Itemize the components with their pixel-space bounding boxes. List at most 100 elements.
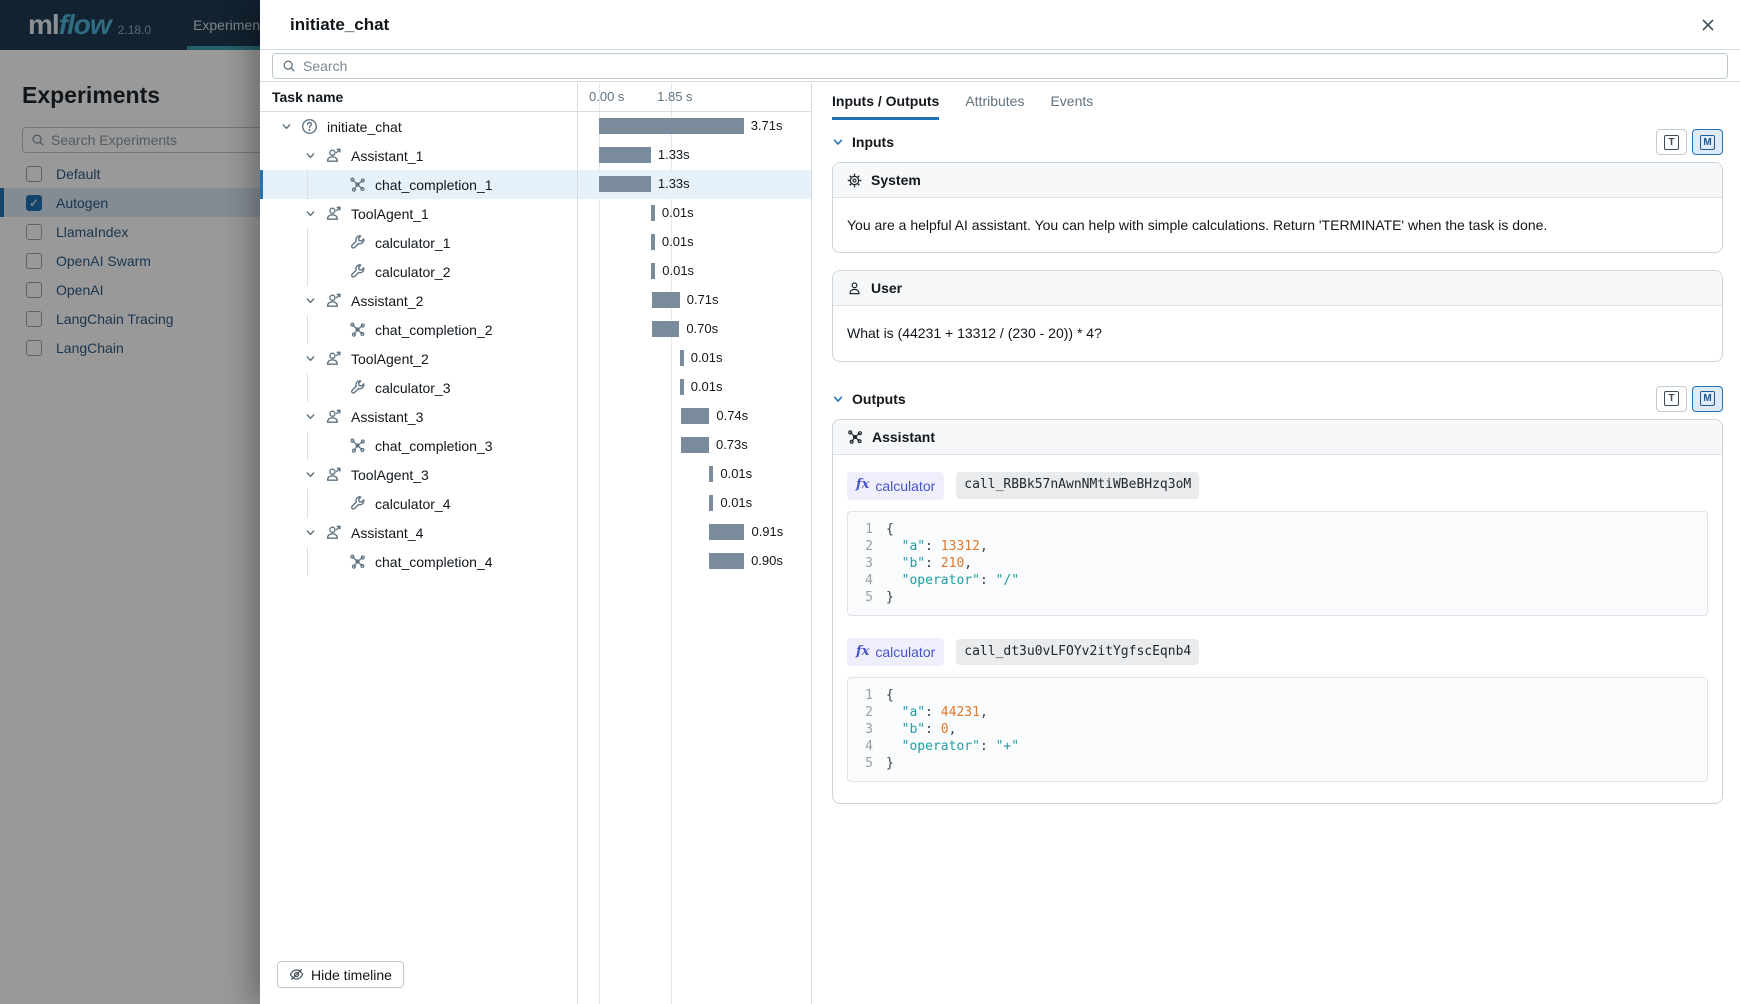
wrench-icon bbox=[349, 263, 366, 280]
chevron-down-icon[interactable] bbox=[305, 527, 316, 538]
details-scroll-area[interactable]: Inputs T M bbox=[812, 120, 1740, 1004]
tab-inputs-outputs[interactable]: Inputs / Outputs bbox=[832, 83, 939, 120]
agent-icon bbox=[325, 408, 342, 425]
text-view-button[interactable]: T bbox=[1656, 386, 1687, 412]
inputs-label: Inputs bbox=[852, 134, 894, 150]
span-type-icon-wrap bbox=[324, 292, 342, 309]
span-type-icon-wrap bbox=[300, 118, 318, 135]
task-timeline-divider bbox=[577, 83, 578, 1004]
duration-bar bbox=[680, 379, 684, 395]
text-view-button[interactable]: T bbox=[1656, 129, 1687, 155]
code-line: 1{ bbox=[858, 521, 1697, 538]
chevron-down-icon[interactable] bbox=[305, 150, 316, 161]
tool-call: fxcalculatorcall_dt3u0vLFOYv2itYgfscEqnb… bbox=[847, 638, 1708, 782]
tree-row-ToolAgent_2[interactable]: ToolAgent_20.01s bbox=[260, 344, 811, 373]
tree-row-calculator_4[interactable]: calculator_40.01s bbox=[260, 489, 811, 518]
duration-bar bbox=[652, 321, 679, 337]
timeline-cell: 0.71s bbox=[577, 286, 811, 315]
tool-call-header: fxcalculatorcall_dt3u0vLFOYv2itYgfscEqnb… bbox=[847, 638, 1708, 666]
span-details-pane: Inputs / Outputs Attributes Events Input… bbox=[812, 83, 1740, 1004]
span-type-icon-wrap bbox=[348, 379, 366, 396]
hide-timeline-label: Hide timeline bbox=[311, 967, 392, 983]
task-label: ToolAgent_3 bbox=[351, 467, 429, 483]
duration-label: 0.01s bbox=[691, 350, 723, 365]
user-card-header: User bbox=[833, 271, 1722, 306]
tool-call: fxcalculatorcall_RBBk57nAwnNMtiWBeBHzq3o… bbox=[847, 472, 1708, 616]
task-cell: calculator_2 bbox=[260, 257, 577, 286]
chat-model-icon bbox=[349, 176, 366, 193]
agent-icon bbox=[325, 524, 342, 541]
markdown-view-button[interactable]: M bbox=[1692, 386, 1723, 412]
function-name: calculator bbox=[875, 642, 935, 662]
span-type-icon-wrap bbox=[324, 524, 342, 541]
tree-row-Assistant_1[interactable]: Assistant_11.33s bbox=[260, 141, 811, 170]
duration-label: 0.71s bbox=[687, 292, 719, 307]
duration-bar bbox=[681, 437, 709, 453]
timeline-cell: 0.01s bbox=[577, 257, 811, 286]
span-type-icon-wrap bbox=[348, 553, 366, 570]
chevron-down-icon[interactable] bbox=[281, 121, 292, 132]
duration-label: 1.33s bbox=[658, 176, 690, 191]
arguments-code-block: 1{2 "a": 13312,3 "b": 210,4 "operator": … bbox=[847, 511, 1708, 616]
code-line: 1{ bbox=[858, 687, 1697, 704]
timeline-cell: 0.01s bbox=[577, 199, 811, 228]
tree-guide-line bbox=[307, 431, 308, 460]
chevron-down-icon[interactable] bbox=[832, 136, 844, 148]
chevron-down-icon[interactable] bbox=[305, 353, 316, 364]
task-label: chat_completion_1 bbox=[375, 177, 493, 193]
tree-row-Assistant_4[interactable]: Assistant_40.91s bbox=[260, 518, 811, 547]
close-icon[interactable] bbox=[1700, 17, 1716, 33]
tree-row-ToolAgent_3[interactable]: ToolAgent_30.01s bbox=[260, 460, 811, 489]
timeline-cell: 0.70s bbox=[577, 315, 811, 344]
tree-row-Assistant_2[interactable]: Assistant_2 0.71s bbox=[260, 286, 811, 315]
tree-row-Assistant_3[interactable]: Assistant_3 0.74s bbox=[260, 402, 811, 431]
task-label: initiate_chat bbox=[327, 119, 402, 135]
tree-row-chat_completion_3[interactable]: chat_completion_3 0.73s bbox=[260, 431, 811, 460]
task-label: Assistant_3 bbox=[351, 409, 423, 425]
span-type-icon-wrap bbox=[348, 234, 366, 251]
duration-bar bbox=[709, 553, 744, 569]
chevron-down-icon[interactable] bbox=[305, 295, 316, 306]
tree-guide-line bbox=[307, 373, 308, 402]
tree-row-chat_completion_1[interactable]: chat_completion_1 1.33s bbox=[260, 170, 811, 199]
trace-search-input[interactable] bbox=[303, 58, 1718, 74]
task-label: chat_completion_3 bbox=[375, 438, 493, 454]
chevron-down-icon[interactable] bbox=[305, 208, 316, 219]
tree-row-calculator_1[interactable]: calculator_10.01s bbox=[260, 228, 811, 257]
chevron-down-icon[interactable] bbox=[305, 411, 316, 422]
tree-row-chat_completion_2[interactable]: chat_completion_20.70s bbox=[260, 315, 811, 344]
tab-attributes[interactable]: Attributes bbox=[965, 83, 1024, 120]
task-label: Assistant_2 bbox=[351, 293, 423, 309]
tree-row-initiate_chat[interactable]: initiate_chat3.71s bbox=[260, 112, 811, 141]
markdown-view-button[interactable]: M bbox=[1692, 129, 1723, 155]
system-message-text: You are a helpful AI assistant. You can … bbox=[833, 198, 1722, 252]
tree-row-ToolAgent_1[interactable]: ToolAgent_10.01s bbox=[260, 199, 811, 228]
expand-slot bbox=[296, 150, 324, 161]
tab-label: Inputs / Outputs bbox=[832, 93, 939, 109]
chevron-down-icon[interactable] bbox=[305, 469, 316, 480]
duration-label: 0.73s bbox=[716, 437, 748, 452]
tree-row-calculator_2[interactable]: calculator_20.01s bbox=[260, 257, 811, 286]
inputs-section-header: Inputs T M bbox=[832, 122, 1723, 162]
duration-label: 0.74s bbox=[716, 408, 748, 423]
timeline-tick-mid: 1.85 s bbox=[657, 89, 692, 104]
call-id-chip: call_RBBk57nAwnNMtiWBeBHzq3oM bbox=[956, 472, 1199, 499]
chevron-down-icon[interactable] bbox=[832, 393, 844, 405]
timeline-cell: 0.73s bbox=[577, 431, 811, 460]
tree-row-chat_completion_4[interactable]: chat_completion_40.90s bbox=[260, 547, 811, 576]
expand-slot bbox=[296, 527, 324, 538]
code-line: 4 "operator": "+" bbox=[858, 738, 1697, 755]
tab-events[interactable]: Events bbox=[1050, 83, 1093, 120]
hide-timeline-button[interactable]: Hide timeline bbox=[277, 961, 404, 988]
system-card-title: System bbox=[871, 172, 921, 188]
gear-icon bbox=[847, 173, 862, 188]
tree-row-calculator_3[interactable]: calculator_30.01s bbox=[260, 373, 811, 402]
molecule-icon bbox=[847, 429, 863, 445]
tool-call-header: fxcalculatorcall_RBBk57nAwnNMtiWBeBHzq3o… bbox=[847, 472, 1708, 500]
duration-bar bbox=[652, 292, 680, 308]
outputs-view-toggle: T M bbox=[1656, 386, 1723, 412]
user-message-card: User What is (44231 + 13312 / (230 - 20)… bbox=[832, 270, 1723, 361]
trace-search-box[interactable] bbox=[272, 53, 1728, 79]
duration-label: 0.01s bbox=[720, 495, 752, 510]
task-cell: chat_completion_3 bbox=[260, 431, 577, 460]
